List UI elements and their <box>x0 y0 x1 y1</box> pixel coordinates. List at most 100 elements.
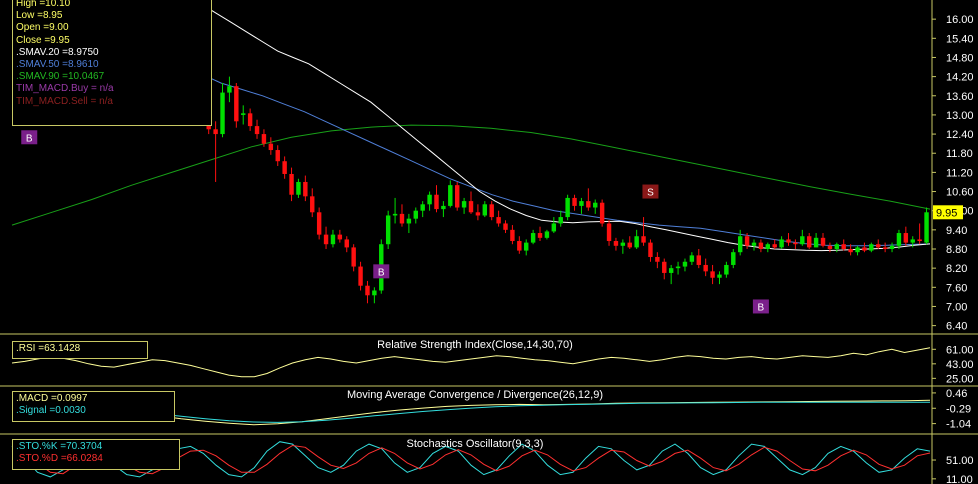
candle-body <box>296 181 301 195</box>
candle-body <box>662 261 667 273</box>
candle-body <box>834 244 840 249</box>
candle-body <box>786 239 791 243</box>
candle-body <box>427 194 432 205</box>
buy-signal-label: B <box>378 267 385 278</box>
candle-body <box>593 202 598 208</box>
candle-body <box>751 242 757 246</box>
info-line: TIM_MACD.Buy = n/a <box>16 83 114 95</box>
candle-body <box>544 231 550 238</box>
price-info-box: High =10.10 Low =8.95 Open =9.00 Close =9.9… <box>12 0 212 126</box>
candle-body <box>372 290 377 296</box>
candle-body <box>475 212 481 216</box>
axis-tick-label: 9.40 <box>946 225 967 237</box>
candle-body <box>682 261 688 267</box>
axis-tick-label: 0.46 <box>946 388 967 400</box>
candle-body <box>744 236 750 246</box>
candle-body <box>392 213 398 216</box>
candle-body <box>758 242 764 249</box>
axis-tick-label: 11.80 <box>946 148 973 160</box>
candle-body <box>696 255 701 265</box>
candle-body <box>599 202 605 224</box>
candle-body <box>620 242 626 246</box>
candle-body <box>503 223 508 230</box>
candle-body <box>807 236 812 248</box>
candle-body <box>524 242 529 251</box>
candle-body <box>434 194 439 210</box>
axis-tick-label: 7.00 <box>946 301 967 313</box>
candle-body <box>634 236 639 248</box>
axis-tick-label: 14.20 <box>946 72 974 84</box>
candle-body <box>855 247 860 253</box>
candle-body <box>565 197 570 218</box>
candle-body <box>731 252 736 265</box>
candle-body <box>351 247 356 267</box>
rsi-info-box: .RSI =63.1428 <box>12 341 148 359</box>
candle-body <box>655 256 660 262</box>
stochastic-title: Stochastics Oscillator(9,3,3) <box>407 438 544 450</box>
candle-body <box>227 86 232 93</box>
axis-tick-label: 43.00 <box>946 359 974 371</box>
axis-tick-label: 12.40 <box>946 129 974 141</box>
info-line: .Signal =0.0030 <box>16 405 86 417</box>
stochastic-info-box: .STO.%K =70.3704 .STO.%D =66.0284 <box>12 439 180 470</box>
candle-body <box>454 185 460 208</box>
candle-body <box>268 143 274 151</box>
axis-tick-label: 25.00 <box>946 373 974 385</box>
info-line: TIM_MACD.Sell = n/a <box>16 95 113 107</box>
last-price-label: 9.95 <box>936 207 957 219</box>
buy-signal-label: B <box>758 302 765 313</box>
candle-body <box>254 126 260 135</box>
candle-body <box>358 266 363 286</box>
info-line: Open =9.00 <box>16 22 69 34</box>
axis-tick-label: 14.80 <box>946 52 974 64</box>
candle-body <box>551 223 557 232</box>
candle-body <box>813 237 819 248</box>
candle-body <box>648 242 653 257</box>
candle-body <box>406 218 412 224</box>
axis-tick-label: 61.00 <box>946 344 974 356</box>
axis-tick-label: 7.60 <box>946 282 967 294</box>
axis-tick-label: 11.00 <box>946 474 973 484</box>
candle-body <box>606 223 612 242</box>
candle-body <box>213 129 218 135</box>
candle-body <box>316 212 322 235</box>
info-line: Low =8.95 <box>16 10 63 22</box>
candle-body <box>241 113 246 115</box>
candle-body <box>558 217 563 224</box>
axis-tick-label: 11.20 <box>946 167 973 179</box>
candle-body <box>261 134 267 144</box>
candle-body <box>717 274 722 278</box>
candle-body <box>441 205 446 210</box>
buy-signal-label: B <box>26 133 33 144</box>
candle-body <box>924 212 929 243</box>
candle-body <box>330 234 336 245</box>
candle-body <box>910 239 915 243</box>
info-line: High =10.10 <box>16 0 71 9</box>
axis-tick-label: 51.00 <box>946 455 974 467</box>
rsi-title: Relative Strength Index(Close,14,30,70) <box>377 339 573 351</box>
candle-body <box>468 201 474 213</box>
info-line: .STO.%D =66.0284 <box>16 453 103 465</box>
candle-body <box>537 233 543 238</box>
candle-body <box>572 197 577 206</box>
candle-body <box>399 213 405 224</box>
candle-body <box>772 244 777 248</box>
candle-body <box>365 285 370 296</box>
axis-tick-label: 15.40 <box>946 33 974 45</box>
candle-body <box>385 215 391 245</box>
candle-body <box>510 229 515 242</box>
axis-tick-label: 13.60 <box>946 91 974 103</box>
candle-body <box>779 239 784 248</box>
axis-tick-label: 6.40 <box>946 321 967 333</box>
axis-tick-label: -0.29 <box>946 403 971 415</box>
info-line: .RSI =63.1428 <box>16 343 81 354</box>
candle-body <box>627 242 632 248</box>
candle-body <box>337 234 343 240</box>
candle-body <box>413 210 418 219</box>
info-line: .SMAV.50 =8.9610 <box>16 58 99 70</box>
candle-body <box>310 196 315 213</box>
info-line: Close =9.95 <box>16 34 70 46</box>
candle-body <box>234 86 239 122</box>
info-line: .MACD =0.0997 <box>16 393 88 404</box>
candle-body <box>869 244 874 251</box>
